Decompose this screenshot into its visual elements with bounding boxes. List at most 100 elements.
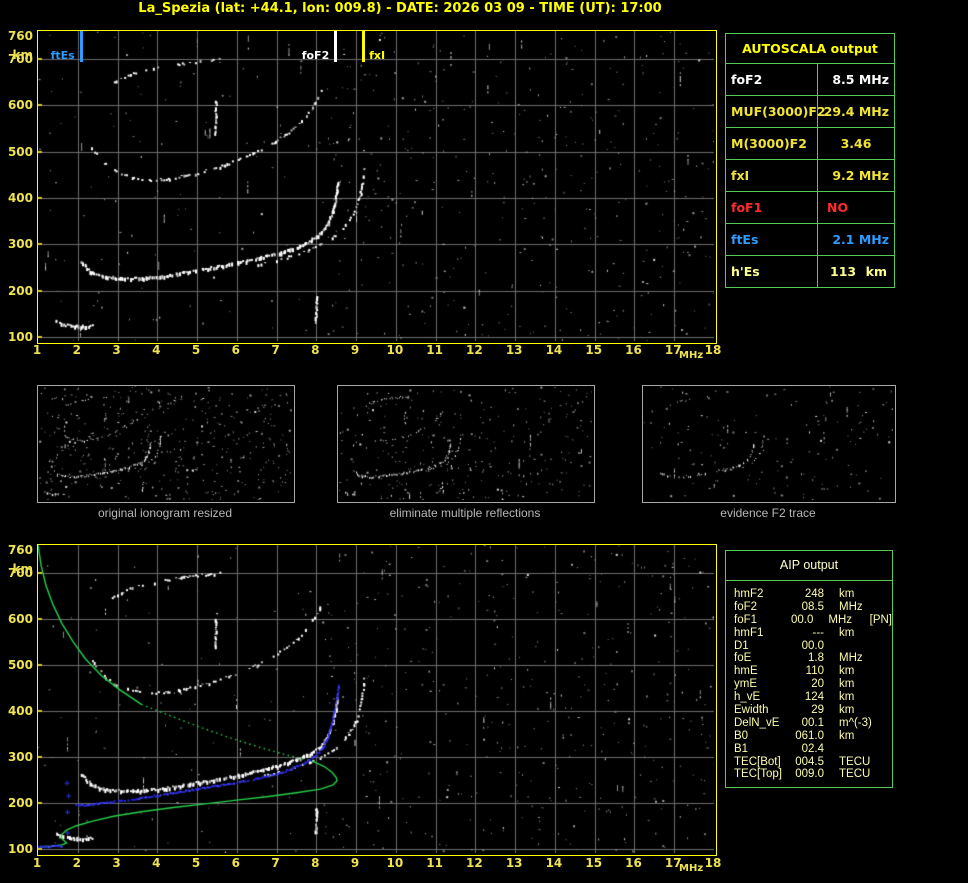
aip-param-unit: km (839, 691, 855, 704)
bottom-ionogram-canvas (38, 545, 714, 853)
thumbnail-caption-original: original ionogram resized (97, 506, 233, 520)
thumbnail-eliminate-reflections (337, 385, 595, 503)
x-axis-label-3: 3 (112, 343, 121, 357)
autoscala-row-fxI: fxI 9.2 MHz (726, 159, 894, 191)
autoscala-param-value: 113 km (830, 264, 887, 279)
aip-param-label: D1 (734, 639, 749, 652)
aip-row-TEC[Top]: TEC[Top] 009.0 TECU (734, 768, 892, 781)
aip-param-unit: TECU (839, 768, 871, 781)
aip-param-label: DelN_vE (734, 716, 780, 729)
x-axis-label-9: 9 (350, 343, 360, 357)
autoscala-param-label: foF1 (726, 192, 818, 223)
aip-param-unit: km (839, 678, 855, 691)
aip-row-B0: B0 061.0 km (734, 730, 892, 743)
x-axis-label-12: 12 (466, 856, 483, 870)
page-title: La_Spezia (lat: +44.1, lon: 009.8) - DAT… (138, 1, 662, 16)
thumbnail-original-ionogram (37, 385, 295, 503)
aip-param-unit: MHz (828, 613, 852, 626)
aip-param-label: foE (734, 652, 752, 665)
aip-param-unit: km (839, 626, 855, 639)
autoscala-table-rows: foF2 8.5 MHz MUF(3000)F2 29.4 MHz M(3000)F2 3… (726, 64, 894, 287)
aip-param-value: 08.5 (801, 600, 824, 613)
aip-param-label: TEC[Top] (734, 768, 782, 781)
autoscala-param-value: 2.1 MHz (832, 232, 889, 247)
x-axis-label-16: 16 (625, 856, 642, 870)
x-axis-label-11: 11 (426, 343, 443, 357)
aip-row-hmE: hmE 110 km (734, 665, 892, 678)
aip-param-label: TEC[Bot] (734, 755, 781, 768)
aip-param-value: 004.5 (795, 755, 824, 768)
aip-param-value: 1.8 (808, 652, 824, 665)
aip-param-unit: MHz (839, 600, 863, 613)
aip-table-rows: hmF2 248 km foF2 08.5 MHz foF1 00.0 MHz [PN] hmF1 -… (726, 581, 892, 787)
aip-param-label: hmF1 (734, 626, 764, 639)
autoscala-row-MUF(3000)F2: MUF(3000)F2 29.4 MHz (726, 95, 894, 127)
aip-row-hmF2: hmF2 248 km (734, 588, 892, 601)
y-axis-label-500: 500 (7, 144, 33, 159)
autoscala-param-label: fxI (726, 160, 818, 191)
aip-param-value: --- (812, 626, 825, 639)
y-axis-label-760: 760 (7, 543, 33, 557)
x-axis-label-2: 2 (72, 343, 81, 357)
aip-param-value: 009.0 (795, 768, 824, 781)
foF2-marker-label: foF2 (301, 49, 330, 62)
aip-param-unit: km (839, 729, 855, 742)
aip-param-value: 248 (804, 588, 824, 600)
top-ionogram-plot (37, 30, 717, 344)
aip-param-label: Ewidth (734, 704, 769, 717)
x-axis-label-7: 7 (271, 343, 280, 357)
x-axis-label-8: 8 (311, 343, 320, 357)
aip-param-unit (839, 743, 879, 756)
x-axis-label-3: 3 (112, 856, 121, 870)
aip-param-unit: TECU (839, 755, 871, 768)
y-axis-label-500: 500 (7, 657, 33, 672)
aip-param-value: 110 (805, 665, 824, 678)
autoscala-param-label: M(3000)F2 (726, 128, 818, 159)
y-axis-label-400: 400 (7, 703, 33, 718)
aip-row-foF1: foF1 00.0 MHz [PN] (734, 614, 892, 627)
aip-row-h_vE: h_vE 124 km (734, 691, 892, 704)
autoscala-param-value: 9.2 MHz (832, 168, 889, 183)
x-axis-label-1: 1 (32, 343, 42, 357)
thumbnail-caption-eliminate: eliminate multiple reflections (389, 506, 541, 520)
autoscala-param-value: NO (827, 200, 849, 215)
aip-param-unit: m^(-3) (839, 716, 872, 729)
aip-row-foE: foE 1.8 MHz (734, 652, 892, 665)
y-axis-label-200: 200 (7, 795, 33, 810)
aip-row-TEC[Bot]: TEC[Bot] 004.5 TECU (734, 756, 892, 769)
autoscala-row-M(3000)F2: M(3000)F2 3.46 (726, 127, 894, 159)
aip-param-unit: MHz (839, 652, 863, 665)
aip-param-value: 29 (811, 704, 824, 717)
x-axis-label-4: 4 (152, 343, 161, 357)
x-axis-label-4: 4 (152, 856, 161, 870)
aip-param-label: hmE (734, 665, 758, 678)
fxI-marker-line (362, 31, 366, 62)
aip-param-label: ymE (734, 678, 757, 691)
x-axis-label-5: 5 (191, 856, 201, 870)
y-axis-label-600: 600 (7, 98, 33, 113)
aip-row-hmF1: hmF1 --- km (734, 627, 892, 640)
aip-param-unit: km (839, 665, 855, 678)
aip-param-label: B0 (734, 729, 749, 742)
y-axis-unit: km (12, 562, 33, 576)
aip-row-ymE: ymE 20 km (734, 678, 892, 691)
autoscala-param-label: h'Es (726, 256, 818, 287)
aip-param-value: 00.0 (790, 613, 814, 626)
y-axis-unit: km (12, 48, 33, 62)
aip-param-extra: [PN] (869, 613, 892, 626)
x-axis-label-12: 12 (466, 343, 483, 357)
aip-row-D1: D1 00.0 (734, 640, 892, 653)
thumbnail-eliminate-canvas (338, 386, 592, 500)
x-axis-label-16: 16 (625, 343, 642, 357)
top-ionogram-canvas (38, 31, 714, 341)
aip-param-value: 061.0 (795, 729, 824, 742)
ftEs-marker-label: ftEs (50, 49, 75, 62)
aip-row-B1: B1 02.4 (734, 743, 892, 756)
thumbnail-original-canvas (38, 386, 292, 500)
aip-param-unit: km (839, 704, 855, 717)
aip-param-label: B1 (734, 742, 749, 755)
x-axis-label-6: 6 (231, 856, 240, 870)
x-axis-label-2: 2 (72, 856, 81, 870)
x-axis-unit: MHz (679, 863, 704, 874)
y-axis-label-100: 100 (7, 330, 33, 344)
